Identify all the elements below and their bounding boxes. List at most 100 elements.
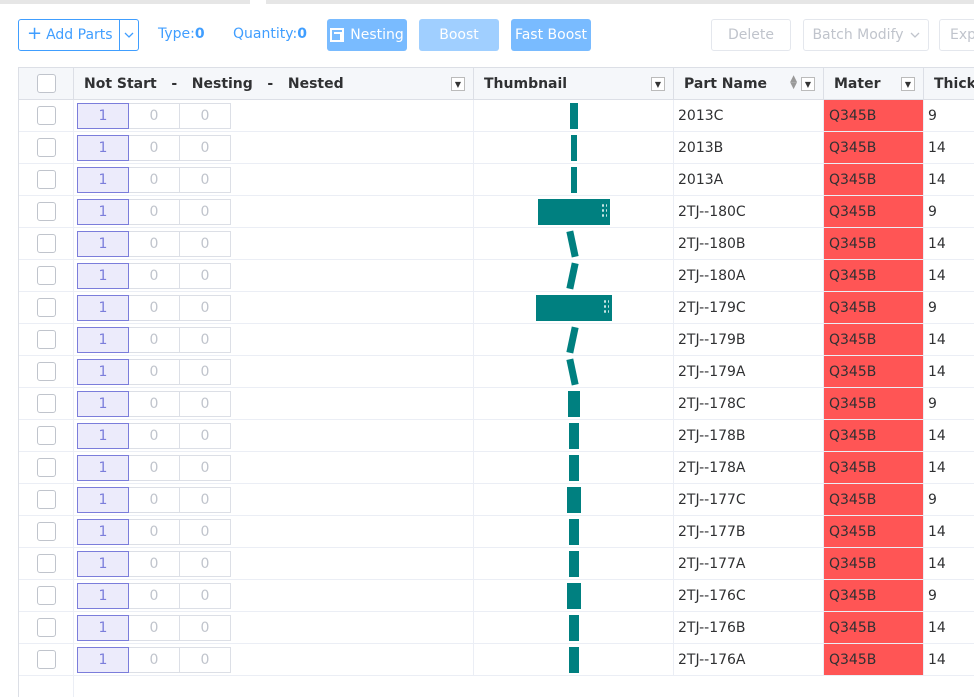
- thickness-cell: 9: [924, 100, 974, 131]
- add-parts-dropdown-button[interactable]: [119, 20, 138, 50]
- status-counts: 1 0 0: [77, 102, 231, 129]
- table-row[interactable]: 1 0 0 2TJ--178A Q345B 14: [19, 452, 974, 484]
- table-row[interactable]: 1 0 0 2TJ--179C Q345B 9: [19, 292, 974, 324]
- not-start-count[interactable]: 1: [77, 166, 129, 193]
- material-cell: Q345B: [824, 548, 924, 579]
- row-checkbox[interactable]: [36, 202, 56, 221]
- filter-dropdown-icon[interactable]: ▼: [901, 77, 915, 91]
- table-row[interactable]: 1 0 0 2TJ--180B Q345B 14: [19, 228, 974, 260]
- row-checkbox[interactable]: [36, 554, 56, 573]
- row-checkbox[interactable]: [36, 458, 56, 477]
- not-start-count[interactable]: 1: [77, 486, 129, 513]
- table-row[interactable]: 1 0 0 2TJ--176C Q345B 9: [19, 580, 974, 612]
- table-row[interactable]: 1 0 0 2TJ--177B Q345B 14: [19, 516, 974, 548]
- nesting-button[interactable]: Nesting: [327, 19, 407, 51]
- status-counts: 1 0 0: [77, 614, 231, 641]
- nesting-count: 0: [128, 326, 180, 353]
- not-start-count[interactable]: 1: [77, 422, 129, 449]
- table-row[interactable]: 1 0 0 2TJ--180C Q345B 9: [19, 196, 974, 228]
- status-cell: 1 0 0: [74, 100, 474, 131]
- nested-count: 0: [179, 646, 231, 673]
- row-checkbox[interactable]: [36, 490, 56, 509]
- table-row[interactable]: 1 0 0 2TJ--176B Q345B 14: [19, 612, 974, 644]
- table-row[interactable]: 1 0 0 2TJ--178C Q345B 9: [19, 388, 974, 420]
- not-start-count[interactable]: 1: [77, 294, 129, 321]
- batch-modify-button[interactable]: Batch Modify: [803, 19, 929, 51]
- not-start-count[interactable]: 1: [77, 198, 129, 225]
- table-row[interactable]: 1 0 0 2TJ--178B Q345B 14: [19, 420, 974, 452]
- delete-label: Delete: [728, 27, 774, 43]
- not-start-count[interactable]: 1: [77, 582, 129, 609]
- not-start-count[interactable]: 1: [77, 646, 129, 673]
- thumbnail-cell: [474, 260, 674, 291]
- row-checkbox[interactable]: [36, 394, 56, 413]
- nested-count: 0: [179, 422, 231, 449]
- row-select-cell: [19, 420, 74, 451]
- row-checkbox[interactable]: [36, 170, 56, 189]
- table-row[interactable]: 1 0 0 2013A Q345B 14: [19, 164, 974, 196]
- add-parts-button[interactable]: + Add Parts: [19, 20, 119, 50]
- table-row[interactable]: 1 0 0 2TJ--176A Q345B 14: [19, 644, 974, 676]
- part-thumbnail: [569, 647, 579, 673]
- filter-dropdown-icon[interactable]: ▼: [451, 77, 465, 91]
- row-checkbox[interactable]: [36, 330, 56, 349]
- row-checkbox[interactable]: [36, 234, 56, 253]
- table-row[interactable]: 1 0 0 2013C Q345B 9: [19, 100, 974, 132]
- fast-boost-button[interactable]: Fast Boost: [511, 19, 591, 51]
- status-counts: 1 0 0: [77, 486, 231, 513]
- table-row[interactable]: 1 0 0 2TJ--180A Q345B 14: [19, 260, 974, 292]
- row-checkbox[interactable]: [36, 618, 56, 637]
- delete-button[interactable]: Delete: [711, 19, 791, 51]
- nesting-count: 0: [128, 422, 180, 449]
- not-start-count[interactable]: 1: [77, 390, 129, 417]
- sort-icon[interactable]: ▲ ▼: [790, 75, 797, 91]
- type-value: 0: [194, 26, 205, 42]
- row-select-cell: [19, 484, 74, 515]
- thickness-cell: 14: [924, 452, 974, 483]
- not-start-count[interactable]: 1: [77, 454, 129, 481]
- part-thumbnail: [566, 358, 579, 386]
- row-checkbox[interactable]: [36, 650, 56, 669]
- status-cell: 1 0 0: [74, 356, 474, 387]
- export-button[interactable]: Exp: [939, 19, 974, 51]
- nesting-count: 0: [128, 582, 180, 609]
- select-all-checkbox[interactable]: [36, 74, 56, 93]
- material-cell: Q345B: [824, 580, 924, 611]
- boost-button[interactable]: Boost: [419, 19, 499, 51]
- table-row[interactable]: 1 0 0 2TJ--179B Q345B 14: [19, 324, 974, 356]
- not-start-count[interactable]: 1: [77, 262, 129, 289]
- thickness-cell: 14: [924, 132, 974, 163]
- row-checkbox[interactable]: [36, 266, 56, 285]
- export-label: Exp: [950, 27, 974, 43]
- filter-dropdown-icon[interactable]: ▼: [651, 77, 665, 91]
- table-row[interactable]: 1 0 0 2013B Q345B 14: [19, 132, 974, 164]
- row-checkbox[interactable]: [36, 138, 56, 157]
- table-row[interactable]: 1 0 0 2TJ--177A Q345B 14: [19, 548, 974, 580]
- not-start-count[interactable]: 1: [77, 550, 129, 577]
- row-checkbox[interactable]: [36, 426, 56, 445]
- not-start-count[interactable]: 1: [77, 358, 129, 385]
- nesting-count: 0: [128, 550, 180, 577]
- filter-dropdown-icon[interactable]: ▼: [801, 77, 815, 91]
- part-thumbnail: [571, 167, 577, 193]
- row-checkbox[interactable]: [36, 298, 56, 317]
- row-checkbox[interactable]: [36, 106, 56, 125]
- not-start-count[interactable]: 1: [77, 102, 129, 129]
- status-cell: 1 0 0: [74, 292, 474, 323]
- thumbnail-cell: [474, 388, 674, 419]
- status-cell: 1 0 0: [74, 132, 474, 163]
- not-start-count[interactable]: 1: [77, 518, 129, 545]
- part-thumbnail: [567, 487, 581, 513]
- row-checkbox[interactable]: [36, 586, 56, 605]
- part-name-cell: 2TJ--179A: [674, 356, 824, 387]
- not-start-count[interactable]: 1: [77, 230, 129, 257]
- row-select-cell: [19, 228, 74, 259]
- row-checkbox[interactable]: [36, 362, 56, 381]
- not-start-count[interactable]: 1: [77, 614, 129, 641]
- table-row[interactable]: 1 0 0 2TJ--179A Q345B 14: [19, 356, 974, 388]
- row-checkbox[interactable]: [36, 522, 56, 541]
- table-row[interactable]: 1 0 0 2TJ--177C Q345B 9: [19, 484, 974, 516]
- not-start-count[interactable]: 1: [77, 134, 129, 161]
- add-parts-label: Add Parts: [46, 27, 113, 43]
- not-start-count[interactable]: 1: [77, 326, 129, 353]
